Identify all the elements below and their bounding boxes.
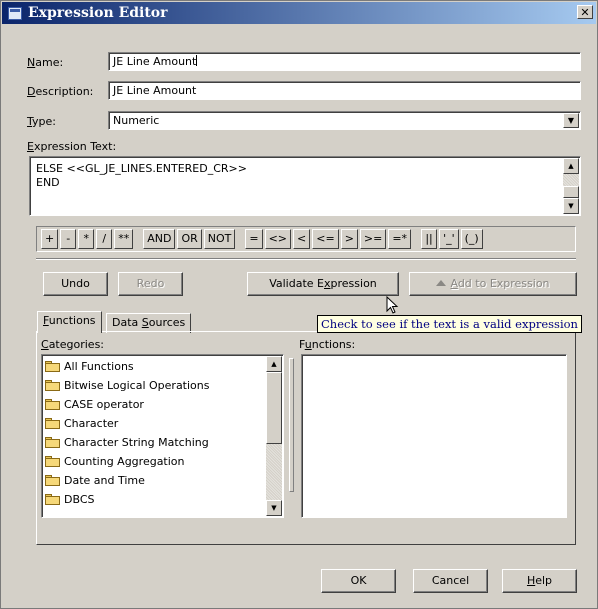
expression-editor-window: Expression Editor ✕ Name: JE Line Amount… (0, 0, 598, 609)
separator (36, 258, 576, 260)
folder-icon (45, 361, 60, 372)
folder-icon (45, 399, 60, 410)
name-field[interactable]: JE Line Amount (108, 52, 581, 71)
functions-panel: Categories: All Functions Bitwise Logica… (36, 331, 576, 545)
scroll-down-icon[interactable]: ▼ (563, 198, 579, 214)
op-paren-button[interactable]: (_) (460, 229, 483, 249)
op-greater-equal-button[interactable]: >= (359, 229, 387, 249)
op-not-button[interactable]: NOT (203, 229, 236, 249)
type-label: Type: (27, 115, 56, 128)
expression-text-label: Expression Text: (27, 140, 117, 153)
category-item[interactable]: Date and Time (42, 471, 283, 490)
tab-data-sources[interactable]: Data Sources (106, 313, 192, 333)
type-select[interactable]: Numeric ▼ (108, 111, 581, 130)
validate-expression-button[interactable]: Validate Expression (247, 272, 399, 296)
operator-toolbar: + - * / ** AND OR NOT = <> < <= > >= =* … (36, 226, 576, 252)
undo-button[interactable]: Undo (43, 272, 108, 296)
op-minus-button[interactable]: - (60, 229, 77, 249)
category-item[interactable]: Character (42, 414, 283, 433)
categories-list[interactable]: All Functions Bitwise Logical Operations… (41, 354, 284, 518)
functions-label: Functions: (299, 338, 356, 351)
text-caret (196, 55, 198, 66)
folder-icon (45, 437, 60, 448)
op-quote-button[interactable]: '_' (439, 229, 459, 249)
op-and-button[interactable]: AND (143, 229, 176, 249)
folder-icon (45, 418, 60, 429)
category-item[interactable]: Character String Matching (42, 433, 283, 452)
scroll-thumb[interactable] (266, 372, 282, 444)
op-power-button[interactable]: ** (114, 229, 134, 249)
scroll-up-icon[interactable]: ▲ (563, 158, 579, 174)
name-label: Name: (27, 56, 64, 69)
categories-label: Categories: (41, 338, 105, 351)
expression-line: ELSE <<GL_JE_LINES.ENTERED_CR>> (36, 162, 247, 175)
op-equal-button[interactable]: = (245, 229, 263, 249)
cancel-button[interactable]: Cancel (413, 569, 488, 593)
scroll-down-icon[interactable]: ▼ (266, 500, 282, 516)
category-item[interactable]: Counting Aggregation (42, 452, 283, 471)
folder-icon (45, 475, 60, 486)
close-button[interactable]: ✕ (577, 5, 593, 19)
op-or-button[interactable]: OR (177, 229, 202, 249)
splitter[interactable] (289, 358, 294, 492)
op-less-button[interactable]: < (293, 229, 311, 249)
title-bar[interactable]: Expression Editor ✕ (2, 2, 596, 24)
op-outer-join-button[interactable]: =* (388, 229, 412, 249)
op-multiply-button[interactable]: * (78, 229, 95, 249)
op-not-equal-button[interactable]: <> (264, 229, 292, 249)
op-greater-button[interactable]: > (340, 229, 358, 249)
op-less-equal-button[interactable]: <= (312, 229, 339, 249)
category-item[interactable]: DBCS (42, 490, 283, 509)
expression-line: END (36, 176, 60, 189)
chevron-down-icon[interactable]: ▼ (563, 113, 579, 128)
scroll-thumb[interactable] (563, 186, 579, 198)
ok-button[interactable]: OK (321, 569, 396, 593)
tab-functions[interactable]: Functions (37, 311, 102, 333)
folder-icon (45, 456, 60, 467)
expression-scrollbar[interactable]: ▲ ▼ (563, 158, 579, 214)
category-item[interactable]: CASE operator (42, 395, 283, 414)
op-divide-button[interactable]: / (96, 229, 113, 249)
add-to-expression-button[interactable]: Add to Expression (409, 272, 577, 296)
functions-list[interactable] (301, 354, 567, 518)
category-item[interactable]: All Functions (42, 357, 283, 376)
description-label: Description: (27, 85, 94, 98)
folder-icon (45, 494, 60, 505)
categories-scrollbar[interactable]: ▲ ▼ (266, 356, 282, 516)
window-icon (8, 6, 22, 20)
help-button[interactable]: Help (502, 569, 577, 593)
scroll-up-icon[interactable]: ▲ (266, 356, 282, 372)
description-field[interactable]: JE Line Amount (108, 81, 581, 100)
op-concat-button[interactable]: || (421, 229, 438, 249)
expression-textarea[interactable]: ELSE <<GL_JE_LINES.ENTERED_CR>> END ▲ ▼ (29, 156, 581, 216)
op-plus-button[interactable]: + (41, 229, 59, 249)
folder-icon (45, 380, 60, 391)
validate-tooltip: Check to see if the text is a valid expr… (317, 315, 582, 333)
category-item[interactable]: Bitwise Logical Operations (42, 376, 283, 395)
window-title: Expression Editor (28, 5, 168, 21)
redo-button[interactable]: Redo (118, 272, 183, 296)
mouse-pointer-icon (386, 296, 399, 314)
up-arrow-icon (436, 280, 447, 286)
